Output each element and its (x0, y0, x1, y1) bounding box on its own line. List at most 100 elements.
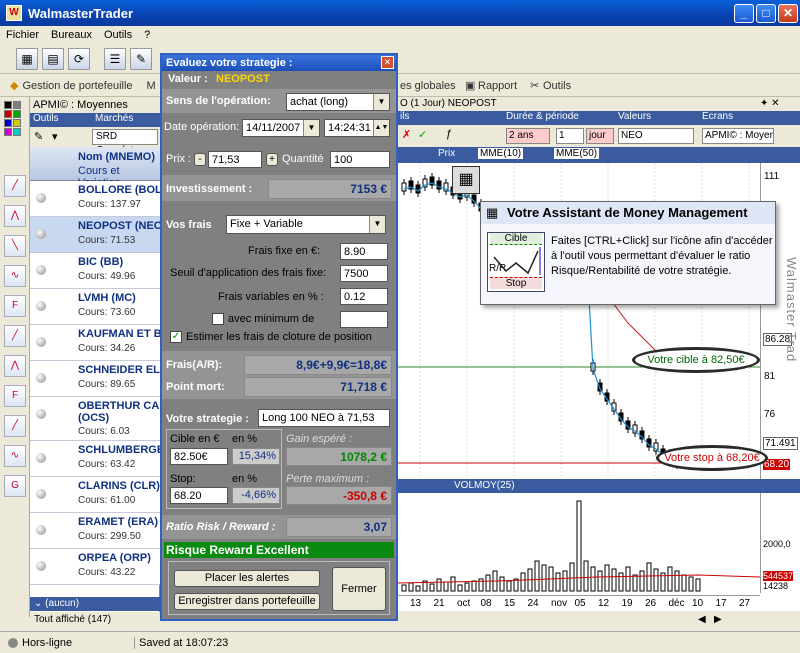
pencil-icon[interactable]: ✎ (130, 48, 152, 70)
sens-select[interactable]: achat (long) ▼ (286, 93, 390, 111)
chevron-down-icon: ⌄ (34, 598, 43, 609)
cross-icon[interactable]: ✗ (402, 128, 411, 141)
draw-trend-icon[interactable]: ╲ (4, 235, 26, 257)
minimum-input[interactable] (340, 311, 388, 328)
strategie-input[interactable]: Long 100 NEO à 71,53 (258, 409, 390, 427)
draw-channel-icon[interactable]: ⋀ (4, 205, 26, 227)
edit-icon[interactable]: ✎ (34, 130, 43, 143)
market-select[interactable]: SRD Complet (92, 129, 158, 156)
valeur-input[interactable]: NEO (618, 128, 694, 144)
tab-marches[interactable]: Marchés (90, 113, 133, 127)
list-item[interactable]: BOLLORE (BOL) Cours: 137.97 (30, 181, 160, 217)
outils-button[interactable]: Outils (543, 80, 571, 92)
prix-input[interactable]: 71,53 (208, 151, 262, 168)
tab-duree[interactable]: Durée & période (506, 111, 579, 122)
filter-bar[interactable]: ⌄ (aucun) (30, 597, 160, 611)
draw-line-icon[interactable]: ╱ (4, 175, 26, 197)
frais-var-input[interactable]: 0.12 (340, 288, 388, 305)
volume-chart[interactable] (398, 493, 760, 593)
price-tick: 111 (764, 171, 780, 182)
color-swatch[interactable] (4, 119, 12, 127)
fermer-button[interactable]: Fermer (332, 567, 386, 611)
prix-increment-button[interactable]: + (266, 153, 278, 166)
color-swatch[interactable] (13, 110, 21, 118)
fibo-icon[interactable]: F (4, 295, 26, 317)
frais-fixe-input[interactable]: 8.90 (340, 243, 388, 260)
tab-outils[interactable]: Outils (30, 113, 90, 127)
scroll-right-icon[interactable]: ▶ (714, 614, 722, 625)
tab-outils[interactable]: ils (400, 111, 409, 122)
close-button[interactable]: ✕ (778, 4, 798, 23)
status-bullet-icon (36, 229, 46, 239)
list-item[interactable]: CLARINS (CLR) Cours: 61.00 (30, 477, 160, 513)
refresh-icon[interactable]: ⟳ (68, 48, 90, 70)
list-item[interactable]: LVMH (MC) Cours: 73.60 (30, 289, 160, 325)
menu-help[interactable]: ? (144, 29, 150, 41)
point-mort-value: 71,718 € (244, 377, 392, 397)
vues-globales-button[interactable]: es globales (400, 80, 456, 92)
periode-select[interactable]: 2 ans (506, 128, 550, 144)
stock-name: ORPEA (ORP) (78, 552, 151, 564)
maximize-button[interactable]: □ (756, 4, 776, 23)
menu-fichier[interactable]: Fichier (6, 29, 39, 41)
column-header[interactable]: Nom (MNEMO) Cours et Variation (30, 147, 160, 189)
check-icon[interactable]: ✓ (418, 128, 427, 141)
money-management-icon[interactable]: ▦ (452, 166, 480, 194)
stock-cours: Cours: 73.60 (78, 307, 136, 318)
chart-icon[interactable]: ▦ (16, 48, 38, 70)
table-icon[interactable]: ▤ (42, 48, 64, 70)
draw-line3-icon[interactable]: ╱ (4, 415, 26, 437)
list-item[interactable]: OBERTHUR CARD(OCS) Cours: 6.03 (30, 397, 160, 441)
color-swatch[interactable] (13, 128, 21, 136)
list-item[interactable]: ERAMET (ERA) Cours: 299.50 (30, 513, 160, 549)
indicator-icon[interactable]: ƒ (446, 128, 452, 140)
list-item[interactable]: BIC (BB) Cours: 49.96 (30, 253, 160, 289)
minimum-checkbox[interactable] (212, 313, 224, 325)
color-swatch[interactable] (13, 101, 21, 109)
color-swatch[interactable] (4, 128, 12, 136)
placer-alertes-button[interactable]: Placer les alertes (174, 570, 320, 587)
frais-type-select[interactable]: Fixe + Variable ▼ (226, 215, 386, 234)
estimer-checkbox[interactable]: ✓ (170, 331, 182, 343)
color-swatch[interactable] (4, 110, 12, 118)
draw-peak-icon[interactable]: ⋀ (4, 355, 26, 377)
color-swatch[interactable] (4, 101, 12, 109)
ecran-select[interactable]: APMI© : Moyenne (702, 128, 774, 144)
list-item[interactable]: KAUFMAN ET BRO Cours: 34.26 (30, 325, 160, 361)
cible-input[interactable]: 82.50€ (170, 448, 228, 465)
tab-ecrans[interactable]: Ecrans (702, 111, 733, 122)
quantite-input[interactable]: 100 (330, 151, 390, 168)
scroll-left-icon[interactable]: ◀ (698, 614, 706, 625)
time-input[interactable]: 14:24:31 ▲▼ (324, 119, 390, 137)
seuil-input[interactable]: 7500 (340, 265, 388, 282)
m-button[interactable]: M (147, 80, 156, 92)
fibo2-icon[interactable]: F (4, 385, 26, 407)
menu-outils[interactable]: Outils (104, 29, 132, 41)
list-item[interactable]: SCHNEIDER ELEC Cours: 89.65 (30, 361, 160, 397)
unit-value-input[interactable]: 1 (556, 128, 584, 144)
date-input[interactable]: 14/11/2007 ▼ (242, 119, 320, 137)
filter-icon[interactable]: ▾ (52, 130, 58, 143)
draw-wave2-icon[interactable]: ∿ (4, 445, 26, 467)
gann-icon[interactable]: G (4, 475, 26, 497)
chart-scrollbar[interactable]: ◀ ▶ (398, 611, 800, 631)
perte-label: Perte maximum : (286, 473, 370, 485)
enregistrer-portefeuille-button[interactable]: Enregistrer dans portefeuille (174, 593, 320, 610)
draw-wave-icon[interactable]: ∿ (4, 265, 26, 287)
list-item[interactable]: SCHLUMBERGER Cours: 63.42 (30, 441, 160, 477)
list-item[interactable]: ORPEA (ORP) Cours: 43.22 (30, 549, 160, 585)
gestion-portefeuille-button[interactable]: Gestion de portefeuille (22, 80, 132, 92)
rapport-button[interactable]: Rapport (478, 80, 517, 92)
tab-valeurs[interactable]: Valeurs (618, 111, 651, 122)
indicator-icon[interactable]: ☰ (104, 48, 126, 70)
menu-bureaux[interactable]: Bureaux (51, 29, 92, 41)
minimize-button[interactable]: _ (734, 4, 754, 23)
dialog-close-button[interactable]: ✕ (381, 56, 394, 69)
list-item[interactable]: NEOPOST (NEO) Cours: 71.53 (30, 217, 160, 253)
draw-line2-icon[interactable]: ╱ (4, 325, 26, 347)
chart-window-controls[interactable]: ✦ ✕ (760, 98, 780, 109)
color-swatch[interactable] (13, 119, 21, 127)
prix-decrement-button[interactable]: - (194, 153, 206, 166)
unit-select[interactable]: jour (586, 128, 614, 144)
stop-input[interactable]: 68.20 (170, 487, 228, 504)
